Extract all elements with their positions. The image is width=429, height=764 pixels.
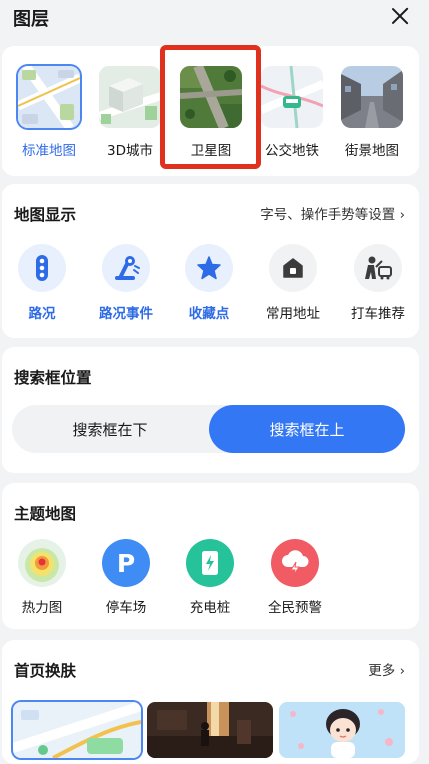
charging-pile-icon [186, 539, 234, 587]
map-type-street-view[interactable]: 街景地图 [339, 66, 405, 159]
home-icon [269, 244, 317, 292]
search-bottom-option[interactable]: 搜索框在下 [12, 405, 208, 453]
weather-alert-icon [271, 539, 319, 587]
film-scene-skin-thumbnail[interactable] [147, 702, 273, 758]
display-settings-link[interactable]: 字号、操作手势等设置 › [260, 203, 405, 223]
theme-maps-card: 主题地图 热力图 P 停车场 充电桩 全民预警 [2, 483, 419, 629]
theme-heatmap[interactable]: 热力图 [6, 539, 78, 616]
map-type-label: 3D城市 [107, 143, 153, 159]
theme-parking[interactable]: P 停车场 [90, 539, 162, 616]
option-label: 常用地址 [266, 306, 320, 322]
toggle-road-events[interactable]: 路况事件 [91, 244, 161, 322]
theme-charging-pile[interactable]: 充电桩 [174, 539, 246, 616]
cartoon-character-skin-thumbnail[interactable] [279, 702, 405, 758]
map-type-label: 街景地图 [345, 143, 399, 159]
star-icon [185, 244, 233, 292]
search-position-card: 搜索框位置 搜索框在下 搜索框在上 [2, 347, 419, 473]
road-event-icon [102, 244, 150, 292]
option-label: 路况 [28, 306, 56, 322]
theme-label: 热力图 [21, 600, 63, 616]
satellite-map-thumbnail [180, 66, 242, 128]
heatmap-icon [18, 539, 66, 587]
standard-map-thumbnail [18, 66, 80, 128]
street-view-thumbnail [341, 66, 403, 128]
3d-city-thumbnail [99, 66, 161, 128]
section-title: 主题地图 [14, 505, 77, 523]
map-type-standard[interactable]: 标准地图 [16, 66, 82, 159]
theme-label: 停车场 [105, 600, 147, 616]
transit-map-thumbnail [261, 66, 323, 128]
section-title: 搜索框位置 [14, 369, 92, 387]
toggle-traffic[interactable]: 路况 [7, 244, 77, 322]
traffic-light-icon [18, 244, 66, 292]
taxi-recommend-icon [354, 244, 402, 292]
map-type-transit[interactable]: 公交地铁 [259, 66, 325, 159]
map-type-label: 标准地图 [22, 143, 76, 159]
theme-label: 充电桩 [189, 600, 231, 616]
chevron-right-icon: › [399, 207, 405, 223]
theme-label: 全民预警 [268, 600, 322, 616]
chevron-right-icon: › [399, 663, 405, 679]
section-title: 首页换肤 [14, 662, 77, 680]
search-top-option[interactable]: 搜索框在上 [209, 405, 405, 453]
page-title: 图层 [13, 9, 49, 30]
toggle-taxi-recommend[interactable]: 打车推荐 [343, 244, 413, 322]
map-display-card: 地图显示 字号、操作手势等设置 › 路况 路况事件 收藏点 常用地址 打车推荐 [2, 184, 419, 338]
theme-weather-alert[interactable]: 全民预警 [259, 539, 331, 616]
close-icon[interactable] [390, 6, 410, 26]
map-type-3d-city[interactable]: 3D城市 [97, 66, 163, 159]
map-type-card: 标准地图 3D城市 卫星图 公交地铁 街景地图 [2, 46, 419, 176]
panel-header: 图层 [0, 0, 429, 38]
map-type-label: 卫星图 [190, 143, 232, 159]
section-title: 地图显示 [14, 206, 77, 224]
option-label: 路况事件 [99, 306, 153, 322]
option-label: 收藏点 [188, 306, 230, 322]
default-map-skin-thumbnail[interactable] [13, 702, 141, 758]
option-label: 打车推荐 [351, 306, 405, 322]
more-skins-link[interactable]: 更多 › [368, 659, 405, 679]
toggle-favorites[interactable]: 收藏点 [174, 244, 244, 322]
map-type-label: 公交地铁 [265, 143, 319, 159]
toggle-common-address[interactable]: 常用地址 [258, 244, 328, 322]
search-position-segmented-control: 搜索框在下 搜索框在上 [12, 405, 405, 453]
homepage-skin-card: 首页换肤 更多 › [2, 640, 419, 764]
parking-icon: P [102, 539, 150, 587]
map-type-satellite[interactable]: 卫星图 [178, 66, 244, 159]
